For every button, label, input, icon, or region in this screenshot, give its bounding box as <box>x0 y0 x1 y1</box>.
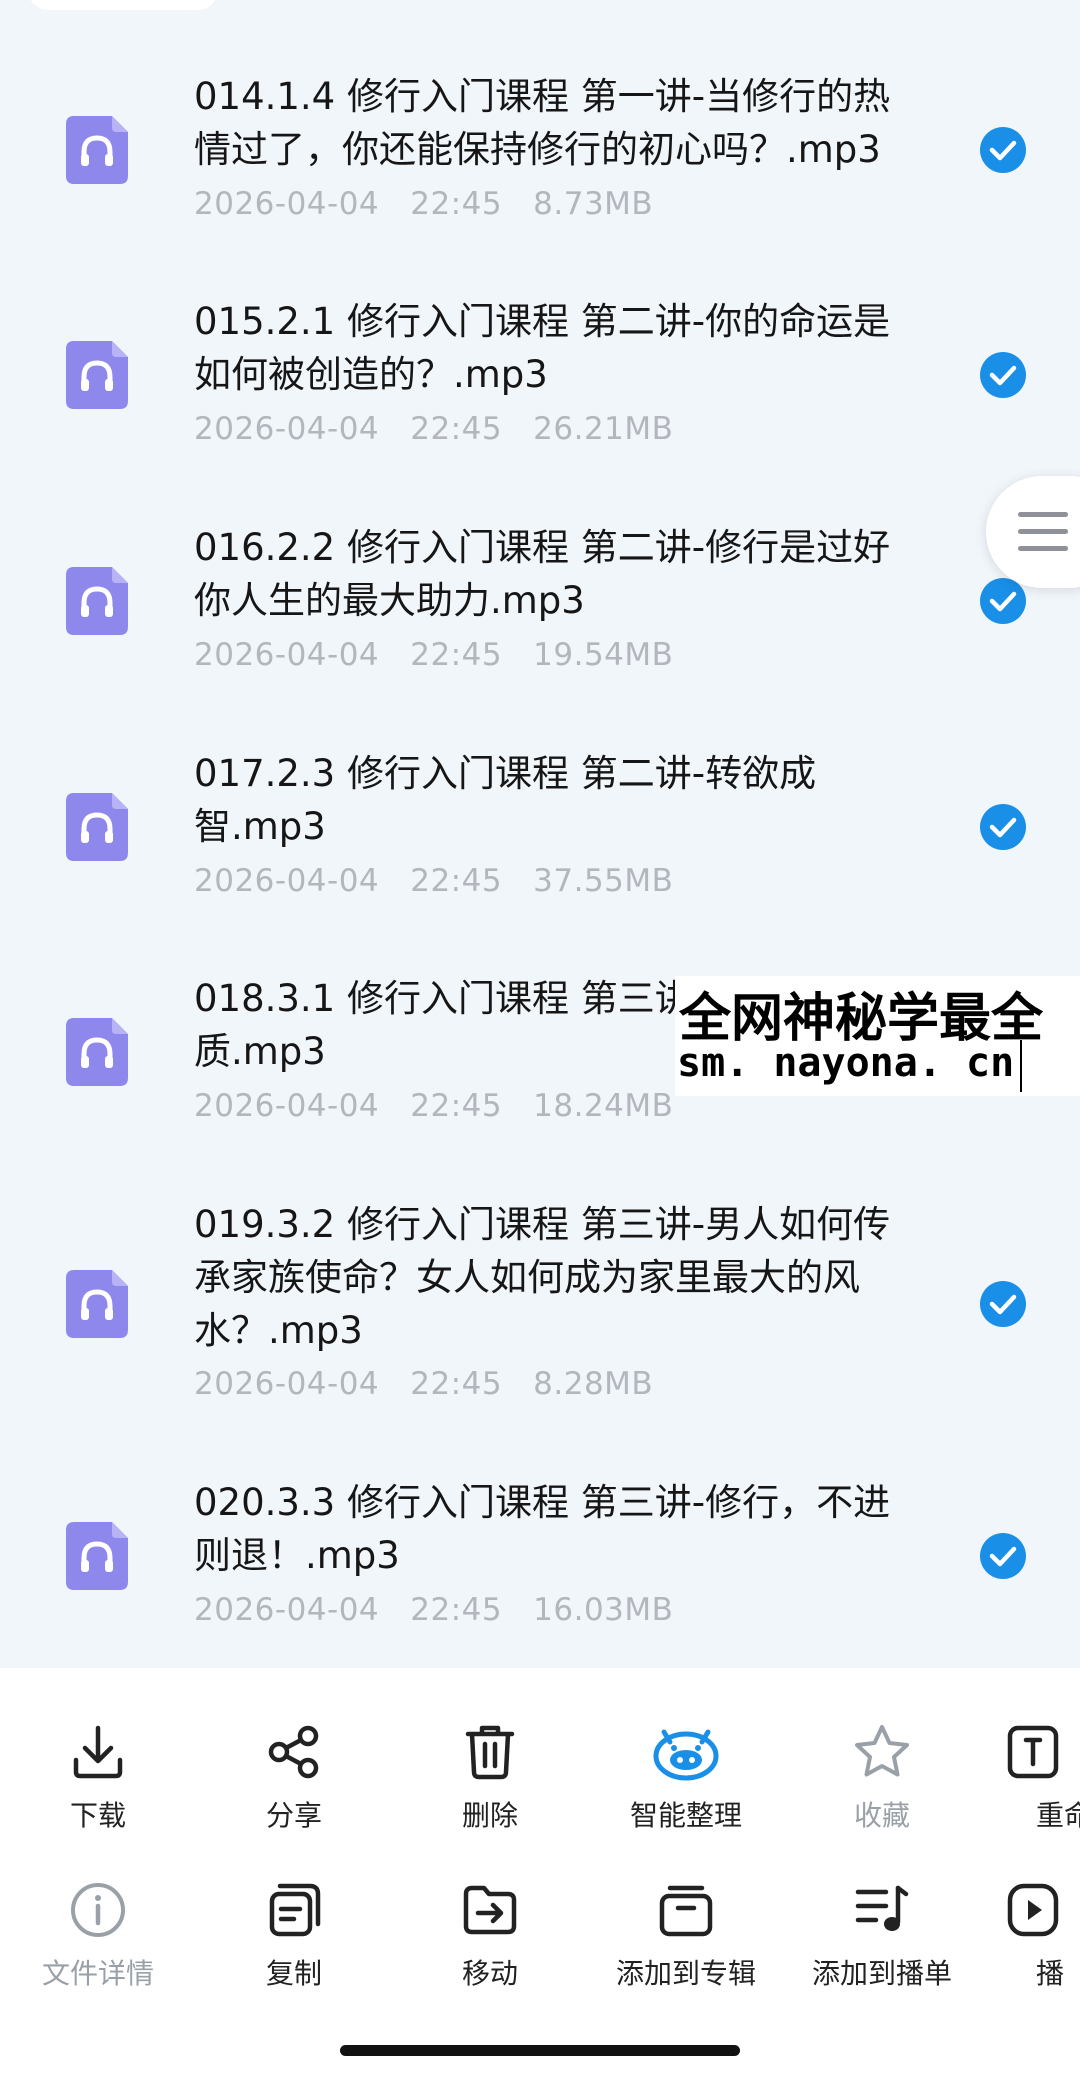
file-size: 26.21MB <box>533 411 674 447</box>
file-list: 014.1.4 修行入门课程 第一讲-当修行的热 情过了，你还能保持修行的初心吗… <box>0 0 1080 1668</box>
file-title: 020.3.3 修行入门课程 第三讲-修行，不进 则退！.mp3 <box>194 1481 891 1577</box>
file-time: 22:45 <box>410 1592 503 1628</box>
file-size: 8.73MB <box>533 186 654 222</box>
file-time: 22:45 <box>410 186 503 222</box>
delete-label: 删除 <box>461 1799 518 1832</box>
file-time: 22:45 <box>410 1366 503 1402</box>
share-label: 分享 <box>265 1799 322 1832</box>
file-title: 019.3.2 修行入门课程 第三讲-男人如何传 承家族使命？女人如何成为家里最… <box>194 1203 891 1352</box>
favorite-button[interactable]: 收藏 <box>784 1722 980 1834</box>
share-icon <box>268 1725 319 1779</box>
download-label: 下载 <box>69 1799 126 1832</box>
audio-file-icon <box>66 1270 128 1338</box>
action-toolbar: 下载 分享 删除 智能整理 收藏 重命 文件详情 复制 移动 添加到专辑 添加到… <box>0 1668 1080 2074</box>
file-date: 2026-04-04 <box>194 186 380 222</box>
share-button[interactable]: 分享 <box>196 1722 392 1834</box>
smart-organize-button[interactable]: 智能整理 <box>588 1722 784 1834</box>
file-title: 017.2.3 修行入门课程 第二讲-转欲成 智.mp3 <box>194 752 817 848</box>
file-meta: 2026-04-04 22:45 19.54MB <box>194 637 673 673</box>
selected-check-icon[interactable] <box>979 1532 1027 1580</box>
move-button[interactable]: 移动 <box>392 1880 588 1992</box>
audio-file-icon <box>66 341 128 409</box>
file-date: 2026-04-04 <box>194 1366 380 1402</box>
file-meta: 2026-04-04 22:45 8.28MB <box>194 1366 653 1402</box>
watermark-line-2: sm. nayona. cn <box>677 1040 1015 1086</box>
file-meta: 2026-04-04 22:45 26.21MB <box>194 411 673 447</box>
home-indicator[interactable] <box>340 2045 740 2056</box>
play-icon <box>1007 1883 1059 1937</box>
file-meta: 2026-04-04 22:45 8.73MB <box>194 186 653 222</box>
file-size: 18.24MB <box>533 1088 674 1124</box>
selected-check-icon[interactable] <box>979 577 1027 625</box>
file-date: 2026-04-04 <box>194 863 380 899</box>
download-icon <box>73 1725 123 1779</box>
audio-file-icon <box>66 1018 128 1086</box>
selected-check-icon[interactable] <box>979 1280 1027 1328</box>
file-date: 2026-04-04 <box>194 1088 380 1124</box>
file-size: 37.55MB <box>533 863 674 899</box>
file-meta: 2026-04-04 22:45 16.03MB <box>194 1592 673 1628</box>
download-button[interactable]: 下载 <box>0 1722 196 1834</box>
move-label: 移动 <box>461 1957 518 1990</box>
menu-icon <box>1018 546 1068 551</box>
rename-icon <box>1007 1725 1059 1779</box>
file-time: 22:45 <box>410 411 503 447</box>
file-time: 22:45 <box>410 1088 503 1124</box>
delete-button[interactable]: 删除 <box>392 1722 588 1834</box>
rename-button[interactable]: 重命 <box>980 1722 1080 1834</box>
menu-icon <box>1018 529 1068 534</box>
audio-file-icon <box>66 1522 128 1590</box>
file-time: 22:45 <box>410 863 503 899</box>
text-caret <box>1020 1040 1022 1092</box>
file-time: 22:45 <box>410 637 503 673</box>
copy-icon <box>269 1883 321 1937</box>
smart-organize-label: 智能整理 <box>629 1799 742 1832</box>
file-title: 015.2.1 修行入门课程 第二讲-你的命运是 如何被创造的？.mp3 <box>194 300 891 396</box>
add-to-album-label: 添加到专辑 <box>615 1957 756 1990</box>
selected-check-icon[interactable] <box>979 803 1027 851</box>
add-to-playlist-button[interactable]: 添加到播单 <box>784 1880 980 1992</box>
file-meta: 2026-04-04 22:45 37.55MB <box>194 863 673 899</box>
album-icon <box>659 1885 713 1937</box>
file-date: 2026-04-04 <box>194 637 380 673</box>
rename-label: 重命 <box>1036 1799 1080 1832</box>
file-size: 19.54MB <box>533 637 674 673</box>
file-details-label: 文件详情 <box>41 1957 154 1990</box>
file-title: 014.1.4 修行入门课程 第一讲-当修行的热 情过了，你还能保持修行的初心吗… <box>194 75 891 171</box>
file-size: 8.28MB <box>533 1366 654 1402</box>
play-label: 播 <box>1036 1957 1065 1990</box>
trash-icon <box>465 1725 515 1780</box>
file-size: 16.03MB <box>533 1592 674 1628</box>
play-button[interactable]: 播 <box>980 1880 1080 1992</box>
audio-file-icon <box>66 116 128 184</box>
add-to-playlist-label: 添加到播单 <box>811 1957 952 1990</box>
file-date: 2026-04-04 <box>194 411 380 447</box>
info-icon <box>71 1883 125 1937</box>
selected-check-icon[interactable] <box>979 126 1027 174</box>
file-meta: 2026-04-04 22:45 18.24MB <box>194 1088 673 1124</box>
favorite-label: 收藏 <box>853 1799 910 1832</box>
audio-file-icon <box>66 793 128 861</box>
add-to-album-button[interactable]: 添加到专辑 <box>588 1880 784 1992</box>
file-details-button[interactable]: 文件详情 <box>0 1880 196 1992</box>
playlist-icon <box>855 1885 909 1931</box>
file-title: 016.2.2 修行入门课程 第二讲-修行是过好 你人生的最大助力.mp3 <box>194 526 891 622</box>
selected-check-icon[interactable] <box>979 351 1027 399</box>
file-date: 2026-04-04 <box>194 1592 380 1628</box>
menu-icon <box>1018 512 1068 517</box>
smart-organize-icon <box>653 1729 719 1781</box>
copy-label: 复制 <box>265 1957 322 1990</box>
audio-file-icon <box>66 567 128 635</box>
move-icon <box>463 1885 517 1935</box>
star-icon <box>855 1725 909 1777</box>
copy-button[interactable]: 复制 <box>196 1880 392 1992</box>
